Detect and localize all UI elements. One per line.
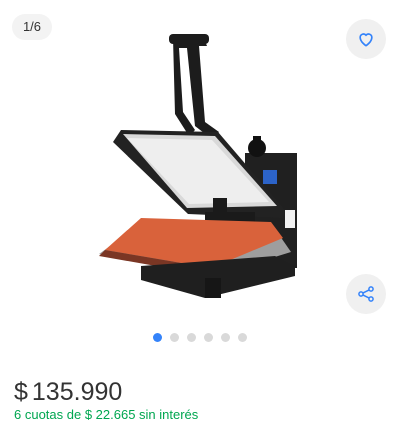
heart-icon [356, 29, 376, 49]
product-image[interactable] [95, 30, 310, 305]
carousel-dot[interactable] [170, 333, 179, 342]
carousel-dot[interactable] [187, 333, 196, 342]
share-button[interactable] [346, 274, 386, 314]
share-icon [356, 284, 376, 304]
carousel-dot[interactable] [238, 333, 247, 342]
installments-text: 6 cuotas de $ 22.665 sin interés [14, 407, 199, 422]
price: $ 135.990 [14, 378, 122, 407]
image-gallery[interactable]: 1/6 [0, 0, 400, 350]
image-counter: 1/6 [12, 14, 52, 40]
carousel-dot[interactable] [221, 333, 230, 342]
price-amount: 135.990 [31, 378, 123, 406]
price-currency: $ [14, 378, 28, 406]
favorite-button[interactable] [346, 19, 386, 59]
carousel-dots [0, 333, 400, 342]
carousel-dot[interactable] [204, 333, 213, 342]
carousel-dot[interactable] [153, 333, 162, 342]
